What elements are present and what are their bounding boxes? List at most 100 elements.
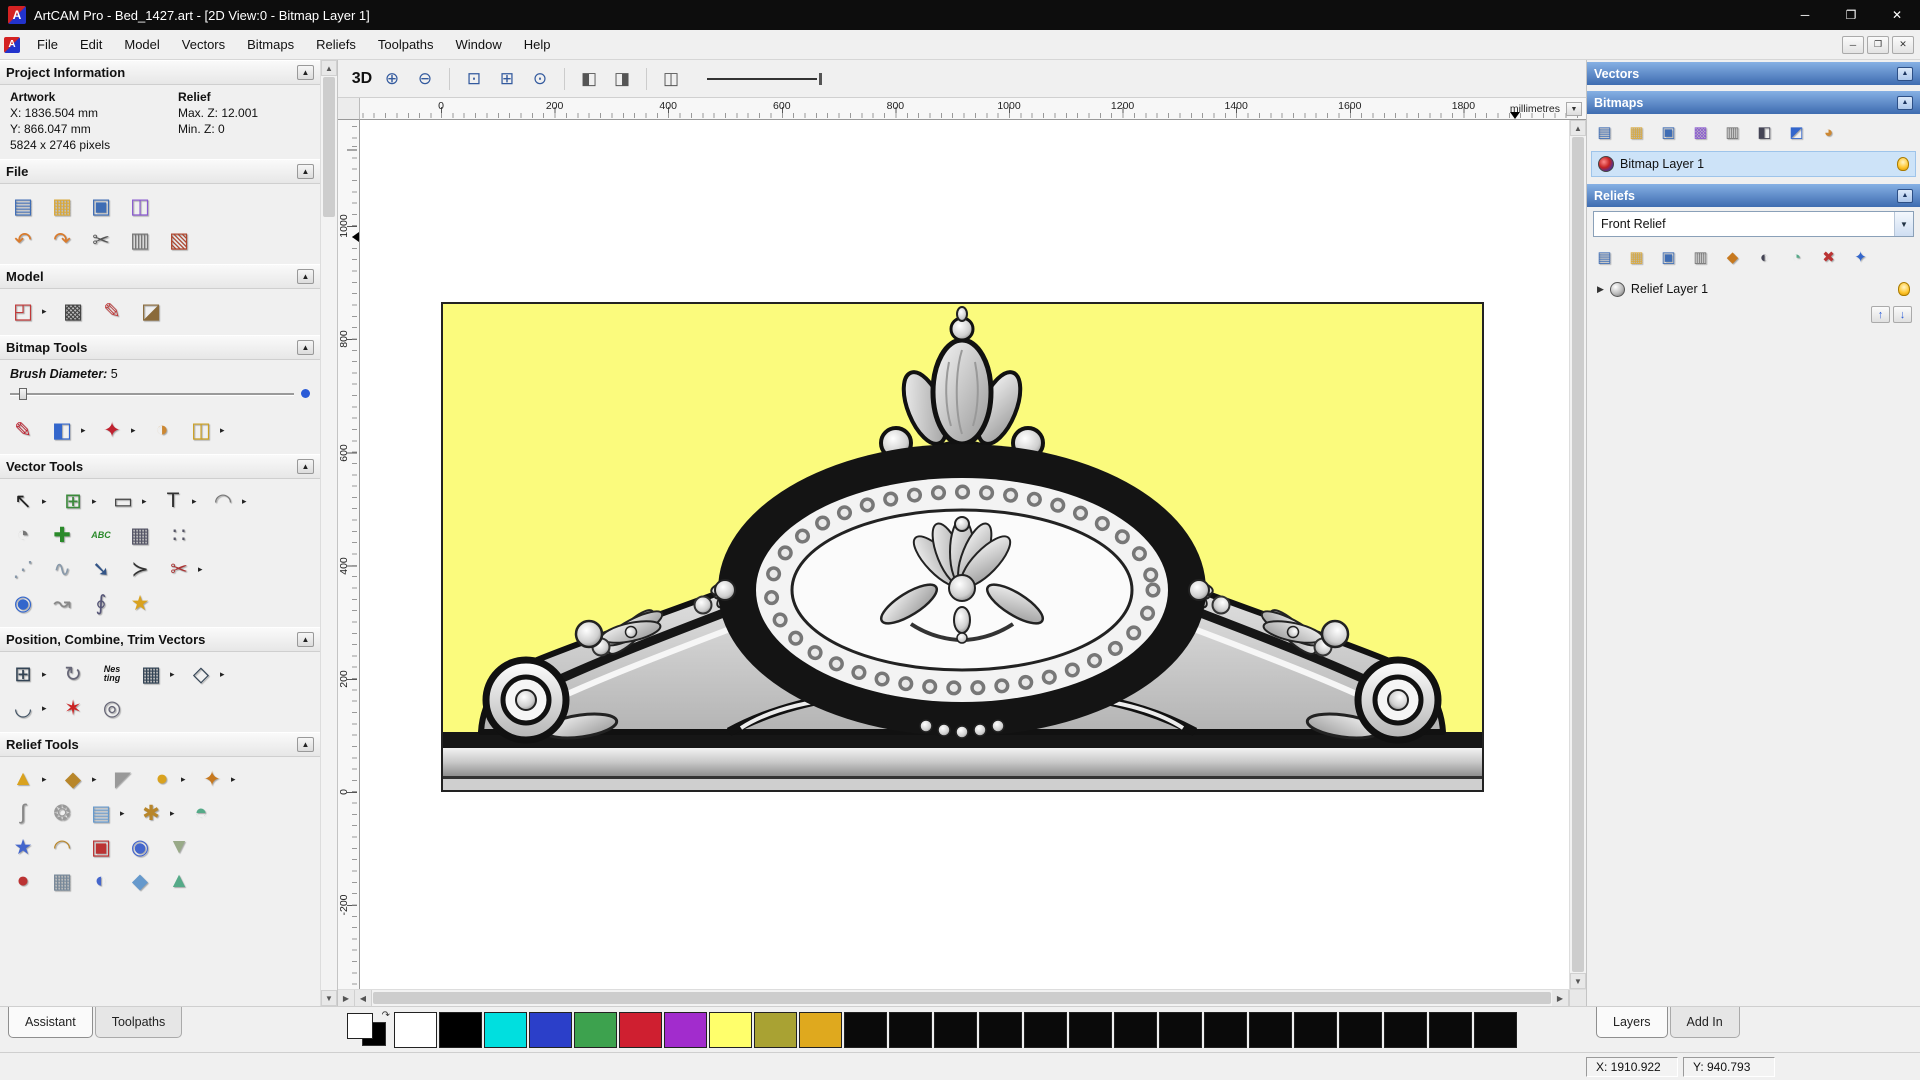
model-resolution-icon[interactable]: ▩ <box>56 296 90 326</box>
relief-layer-row[interactable]: ▶ Relief Layer 1 <box>1591 276 1916 302</box>
palette-swatch-12[interactable] <box>934 1011 977 1048</box>
set-model-size-flyout[interactable]: ▸ <box>42 306 51 317</box>
node-editing-icon[interactable]: ∮ <box>84 588 118 618</box>
wrap-vectors-icon[interactable]: ◎ <box>95 693 129 723</box>
toggle-vector-view-icon[interactable]: ◨ <box>608 66 636 92</box>
collapse-project-information-button[interactable]: ▲ <box>297 65 314 80</box>
save-relief-layer-icon[interactable]: ▣ <box>1655 245 1682 269</box>
select-vectors-icon[interactable]: ↖ <box>6 486 40 516</box>
minimize-button[interactable]: ─ <box>1782 0 1828 30</box>
paste-relief-icon[interactable]: ▣ <box>84 832 118 862</box>
shape-editor-icon[interactable]: ▲ <box>6 764 40 794</box>
fillet-tool-icon[interactable]: ◡ <box>6 693 40 723</box>
free-smooth-icon[interactable]: ∿ <box>45 554 79 584</box>
turn-model-icon[interactable]: ● <box>6 866 40 896</box>
assistant-scrollbar[interactable]: ▲ ▼ <box>320 60 337 1006</box>
trim-vectors-icon[interactable]: ✂ <box>162 554 196 584</box>
import-file-icon[interactable]: ◫ <box>123 191 157 221</box>
mdi-restore-button[interactable]: ❐ <box>1867 35 1889 54</box>
isoform-icon[interactable]: ∫ <box>6 798 40 828</box>
collapse-bitmap-tools-button[interactable]: ▲ <box>297 340 314 355</box>
canvas-vertical-scrollbar[interactable]: ▲ ▼ <box>1569 120 1586 989</box>
zoom-previous-icon[interactable]: ⊙ <box>526 66 554 92</box>
bezier-editor-icon[interactable]: ➘ <box>84 554 118 584</box>
vector-doctor-icon[interactable]: ◔ <box>6 520 40 550</box>
texture-flow-icon[interactable]: ◐ <box>84 866 118 896</box>
open-bitmap-layer-icon[interactable]: ▦ <box>1623 120 1650 144</box>
palette-swatch-9[interactable] <box>799 1011 842 1048</box>
scroll-right-icon[interactable]: ▶ <box>1552 990 1569 1006</box>
palette-swatch-7[interactable] <box>709 1011 752 1048</box>
vertical-scrollbar-thumb[interactable] <box>1572 137 1584 972</box>
palette-swatch-14[interactable] <box>1024 1011 1067 1048</box>
create-circle-icon[interactable]: ◉ <box>6 588 40 618</box>
collapse-bitmaps-button[interactable]: ▲ <box>1897 95 1913 110</box>
wrap-relief-icon[interactable]: ◠ <box>45 832 79 862</box>
collapse-vectors-button[interactable]: ▲ <box>1897 66 1913 81</box>
nesting-icon[interactable]: Nes ting <box>95 659 129 689</box>
create-rectangle-icon[interactable]: ▭ <box>106 486 140 516</box>
layer-properties-icon[interactable]: ✦ <box>1847 245 1874 269</box>
invert-layer-icon[interactable]: ◐ <box>1751 245 1778 269</box>
zoom-fit-icon[interactable]: ⊞ <box>493 66 521 92</box>
collapse-position-button[interactable]: ▲ <box>297 632 314 647</box>
flood-fill-icon[interactable]: ◧ <box>45 415 79 445</box>
bitmap-layer-row[interactable]: Bitmap Layer 1 <box>1591 151 1916 177</box>
close-button[interactable]: ✕ <box>1874 0 1920 30</box>
new-relief-layer-icon[interactable]: ▤ <box>1591 245 1618 269</box>
face-wizard-icon[interactable]: ▦ <box>45 866 79 896</box>
mdi-minimize-button[interactable]: ─ <box>1842 35 1864 54</box>
copy-icon[interactable]: ▥ <box>123 225 157 255</box>
add-draft-icon[interactable]: ● <box>145 764 179 794</box>
undo-icon[interactable]: ↶ <box>6 225 40 255</box>
slider-thumb[interactable] <box>19 388 27 400</box>
palette-swatch-18[interactable] <box>1204 1011 1247 1048</box>
duplicate-relief-layer-icon[interactable]: ▥ <box>1687 245 1714 269</box>
mdi-close-button[interactable]: ✕ <box>1892 35 1914 54</box>
save-bitmap-layer-icon[interactable]: ▣ <box>1655 120 1682 144</box>
layer-visibility-icon[interactable] <box>1897 157 1909 171</box>
scroll-up-icon[interactable]: ▲ <box>321 60 337 76</box>
palette-swatch-6[interactable] <box>664 1011 707 1048</box>
palette-swatch-23[interactable] <box>1429 1011 1472 1048</box>
arc-editor-icon[interactable]: ≻ <box>123 554 157 584</box>
brush-diameter-slider[interactable] <box>10 386 310 402</box>
new-model-icon[interactable]: ▤ <box>6 191 40 221</box>
menu-window[interactable]: Window <box>445 30 513 59</box>
scroll-down-icon[interactable]: ▼ <box>321 990 337 1006</box>
notes-icon[interactable]: ✎ <box>95 296 129 326</box>
transform-vectors-flyout[interactable]: ▸ <box>92 496 101 507</box>
envelope-distortion-icon[interactable]: ◓ <box>184 798 218 828</box>
relief-set-select[interactable]: Front Relief ▼ <box>1593 211 1914 237</box>
flood-fill-flyout[interactable]: ▸ <box>81 425 90 436</box>
new-bitmap-layer-icon[interactable]: ▤ <box>1591 120 1618 144</box>
palette-swatch-22[interactable] <box>1384 1011 1427 1048</box>
weave-wizard-icon[interactable]: ❂ <box>45 798 79 828</box>
add-draft-flyout[interactable]: ▸ <box>181 774 190 785</box>
tab-add-in[interactable]: Add In <box>1669 1007 1740 1038</box>
zoom-in-icon[interactable]: ⊕ <box>378 66 406 92</box>
chevron-down-icon[interactable]: ▼ <box>1894 212 1913 236</box>
sculpting-flyout[interactable]: ▸ <box>92 774 101 785</box>
palette-swatch-4[interactable] <box>574 1011 617 1048</box>
layer-visibility-icon[interactable] <box>1898 282 1910 296</box>
texture-relief-flyout[interactable]: ▸ <box>231 774 240 785</box>
offset-relief-icon[interactable]: ▤ <box>84 798 118 828</box>
collapse-reliefs-button[interactable]: ▲ <box>1897 188 1913 203</box>
offset-copy-flyout[interactable]: ▸ <box>220 669 229 680</box>
menu-help[interactable]: Help <box>513 30 562 59</box>
tab-toolpaths[interactable]: Toolpaths <box>94 1007 183 1038</box>
extrude-icon[interactable]: ▼ <box>162 832 196 862</box>
palette-swatch-24[interactable] <box>1474 1011 1517 1048</box>
merge-layers-icon[interactable]: ▩ <box>1687 120 1714 144</box>
tab-assistant[interactable]: Assistant <box>8 1007 93 1038</box>
open-relief-layer-icon[interactable]: ▦ <box>1623 245 1650 269</box>
scroll-up-icon[interactable]: ▲ <box>1570 120 1586 136</box>
align-vectors-icon[interactable]: ⊞ <box>6 659 40 689</box>
palette-swatch-11[interactable] <box>889 1011 932 1048</box>
link-layer-icon[interactable]: ◩ <box>1783 120 1810 144</box>
palette-swatch-15[interactable] <box>1069 1011 1112 1048</box>
save-model-icon[interactable]: ▣ <box>84 191 118 221</box>
greyscale-preview-icon[interactable]: ◪ <box>134 296 168 326</box>
zoom-window-icon[interactable]: ⊡ <box>460 66 488 92</box>
